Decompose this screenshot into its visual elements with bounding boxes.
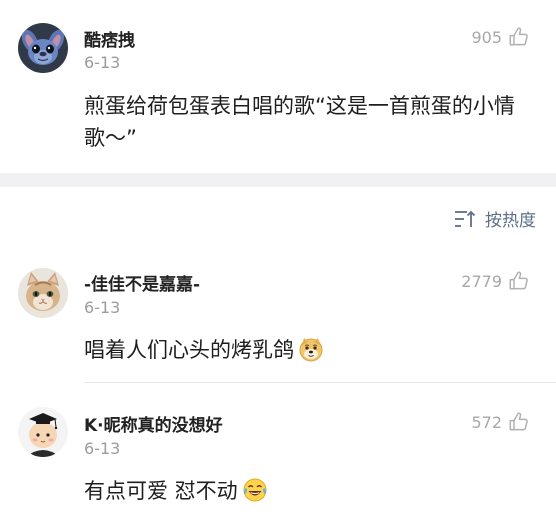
- comment-text-content: 唱着人们心头的烤乳鸽: [84, 338, 294, 362]
- comment-date: 6-13: [84, 439, 121, 458]
- like-count: 572: [471, 412, 502, 432]
- sort-by-hot-button[interactable]: 按热度: [453, 206, 536, 231]
- like-button[interactable]: 905: [471, 26, 530, 48]
- comment-text: 煎蛋给荷包蛋表白唱的歌“这是一首煎蛋的小情歌～”: [84, 90, 530, 154]
- like-button[interactable]: 572: [471, 411, 530, 433]
- thumbs-up-icon: [508, 411, 530, 433]
- like-button[interactable]: 2779: [461, 270, 530, 292]
- comment-date: 6-13: [84, 53, 121, 72]
- section-separator: [0, 173, 556, 187]
- cartoon-baby-avatar-icon[interactable]: [18, 407, 68, 457]
- comment-item: -佳佳不是嘉嘉- 6-13 2779 唱着人们心头的烤乳鸽: [0, 250, 556, 382]
- laugh-cry-emoji-icon: [242, 477, 268, 503]
- comment-text-content: 煎蛋给荷包蛋表白唱的歌“这是一首煎蛋的小情歌～”: [84, 94, 515, 150]
- cat-avatar-icon[interactable]: [18, 268, 68, 318]
- comment-text: 唱着人们心头的烤乳鸽: [84, 334, 530, 366]
- comment-item: 酷痞拽 6-13 905 煎蛋给荷包蛋表白唱的歌“这是一首煎蛋的小情歌～”: [0, 0, 556, 173]
- comment-item: K·昵称真的没想好 6-13 572 有点可爱 怼不动: [0, 383, 556, 517]
- sort-icon: [453, 209, 477, 229]
- comment-text-content: 有点可爱 怼不动: [84, 479, 238, 503]
- comment-username[interactable]: 酷痞拽: [84, 26, 135, 51]
- comment-text: 有点可爱 怼不动: [84, 475, 530, 507]
- comment-username[interactable]: K·昵称真的没想好: [84, 411, 223, 436]
- doge-emoji-icon: [298, 336, 324, 362]
- thumbs-up-icon: [508, 26, 530, 48]
- comment-page: 酷痞拽 6-13 905 煎蛋给荷包蛋表白唱的歌“这是一首煎蛋的小情歌～” 按热…: [0, 0, 556, 517]
- sort-label: 按热度: [485, 211, 536, 231]
- comment-date: 6-13: [84, 298, 121, 317]
- comment-username[interactable]: -佳佳不是嘉嘉-: [84, 270, 200, 295]
- like-count: 905: [471, 27, 502, 47]
- thumbs-up-icon: [508, 270, 530, 292]
- stitch-avatar-icon[interactable]: [18, 23, 68, 73]
- like-count: 2779: [461, 271, 502, 291]
